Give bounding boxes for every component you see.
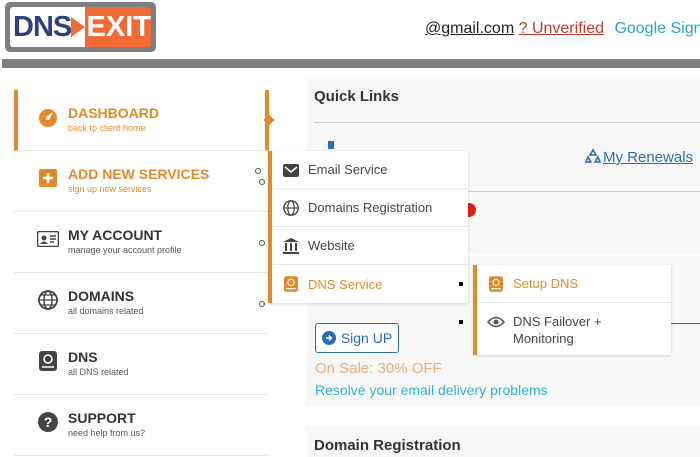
account-email-link[interactable]: @gmail.com	[425, 20, 514, 37]
sidebar-item-title: DOMAINS	[68, 288, 135, 304]
sidebar-item-dashboard[interactable]: DASHBOARD back to client home	[14, 90, 275, 151]
bullet-icon	[459, 282, 463, 286]
sidebar-item-subtitle: sign up new services	[68, 184, 152, 194]
id-card-icon	[36, 227, 60, 251]
logo-inner: DNS EXIT	[10, 7, 151, 47]
plus-square-icon	[36, 166, 60, 190]
sidebar-item-title: SUPPORT	[68, 410, 136, 426]
menu-item-label: DNS Failover + Monitoring	[513, 314, 602, 346]
bullet-icon	[459, 320, 463, 324]
menu-item-setup-dns[interactable]: Setup DNS	[477, 265, 671, 303]
google-sign-link[interactable]: Google Sign	[614, 20, 700, 37]
svg-text:?: ?	[44, 414, 53, 430]
expand-dot-icon	[259, 240, 265, 246]
dns-book-icon	[487, 275, 505, 293]
my-renewals-link[interactable]: My Renewals	[584, 148, 694, 166]
active-indicator	[263, 114, 275, 126]
expand-dot-icon	[259, 179, 265, 185]
unverified-link[interactable]: ? Unverified	[519, 20, 604, 37]
my-renewals-label: My Renewals	[603, 149, 694, 166]
sidebar-item-subtitle: back to client home	[68, 123, 146, 133]
sign-up-label: Sign UP	[340, 330, 393, 346]
divider	[314, 122, 700, 123]
account-links: @gmail.com ? Unverified Google Sign	[425, 20, 700, 38]
dns-book-icon	[282, 275, 300, 293]
menu-item-label: Domains Registration	[308, 200, 433, 215]
expand-dot-icon	[259, 301, 265, 307]
dns-book-icon	[36, 349, 60, 373]
logo-exit-text: EXIT	[84, 7, 151, 47]
resolve-email-link[interactable]: Resolve your email delivery problems	[315, 382, 548, 398]
sidebar-item-domains[interactable]: DOMAINS all domains related	[14, 273, 269, 334]
domain-registration-panel: Domain Registration	[306, 426, 700, 457]
bullet-icon	[255, 168, 261, 174]
globe-icon	[282, 199, 300, 217]
sidebar-item-dns[interactable]: DNS all DNS related	[14, 334, 269, 395]
menu-item-dns-failover[interactable]: DNS Failover + Monitoring	[477, 303, 671, 355]
sidebar-item-title: DNS	[68, 349, 98, 365]
globe-icon	[36, 288, 60, 312]
menu-item-label: Setup DNS	[513, 276, 579, 291]
dnsexit-logo[interactable]: DNS EXIT	[5, 2, 156, 52]
menu-item-label: Email Service	[308, 162, 388, 177]
sidebar-item-subtitle: need help from us?	[68, 428, 146, 438]
sign-up-button[interactable]: Sign UP	[315, 323, 399, 353]
domain-registration-title: Domain Registration	[314, 437, 461, 454]
quick-links-title: Quick Links	[314, 88, 400, 105]
sidebar-item-title: MY ACCOUNT	[68, 227, 163, 243]
bank-building-icon	[282, 237, 300, 255]
dashboard-gauge-icon	[36, 105, 60, 129]
logo-arrow-icon	[71, 7, 86, 47]
header-divider-bar	[2, 59, 700, 68]
sidebar-item-subtitle: all DNS related	[68, 367, 129, 377]
menu-item-dns-service[interactable]: DNS Service	[272, 265, 468, 303]
menu-item-website[interactable]: Website	[272, 227, 468, 265]
menu-item-email-service[interactable]: Email Service	[272, 151, 468, 189]
recycle-icon	[584, 148, 602, 163]
logo-dns-text: DNS	[10, 7, 72, 47]
sidebar-item-support[interactable]: ? SUPPORT need help from us?	[14, 395, 269, 456]
eye-icon	[487, 313, 505, 331]
sidebar-item-title: DASHBOARD	[68, 105, 159, 121]
dns-service-submenu: Setup DNS DNS Failover + Monitoring	[473, 265, 671, 355]
quick-link-icon	[328, 141, 334, 149]
question-circle-icon: ?	[36, 410, 60, 434]
divider	[666, 323, 700, 324]
sidebar-item-title: ADD NEW SERVICES	[68, 166, 210, 182]
add-services-menu: Email Service Domains Registration Websi…	[268, 151, 468, 303]
sidebar-item-my-account[interactable]: MY ACCOUNT manage your account profile	[14, 212, 269, 273]
page: DNS EXIT @gmail.com ? Unverified Google …	[0, 0, 700, 457]
sidebar-item-add-new-services[interactable]: ADD NEW SERVICES sign up new services	[14, 151, 269, 212]
envelope-icon	[282, 161, 300, 179]
menu-item-label: DNS Service	[308, 276, 383, 292]
menu-item-domains-registration[interactable]: Domains Registration	[272, 189, 468, 227]
menu-item-label: Website	[308, 238, 355, 253]
sidebar: DASHBOARD back to client home ADD NEW SE…	[14, 90, 275, 456]
sidebar-item-subtitle: manage your account profile	[68, 245, 182, 255]
sidebar-item-subtitle: all domains related	[68, 306, 144, 316]
sale-text: On Sale: 30% OFF	[315, 360, 442, 377]
arrow-circle-right-icon	[321, 331, 336, 345]
